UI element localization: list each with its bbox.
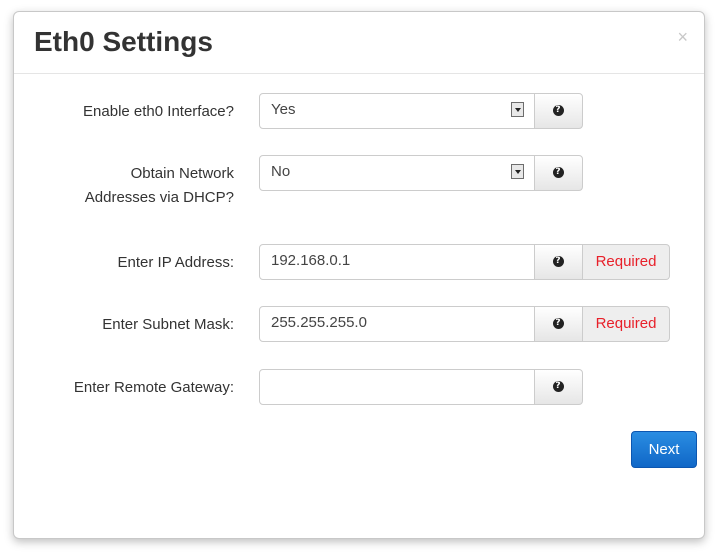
ip-address-required-badge: Required [583, 244, 670, 280]
dhcp-value: No [271, 163, 291, 180]
question-icon: ? [552, 318, 564, 329]
question-icon: ? [552, 256, 564, 267]
enable-interface-select[interactable]: Yes [259, 93, 535, 129]
enable-interface-help-button[interactable]: ? [534, 93, 583, 129]
dhcp-label: Obtain Network Addresses via DHCP? [14, 162, 234, 210]
eth0-settings-dialog: Eth0 Settings × Enable eth0 Interface? Y… [13, 11, 705, 539]
dialog-header: Eth0 Settings × [14, 12, 704, 74]
subnet-mask-input[interactable]: 255.255.255.0 [259, 306, 535, 342]
dhcp-select[interactable]: No [259, 155, 535, 191]
question-icon: ? [552, 381, 564, 392]
enable-interface-value: Yes [271, 101, 296, 118]
enable-interface-label: Enable eth0 Interface? [83, 103, 234, 120]
chevron-down-icon[interactable] [511, 164, 524, 179]
ip-address-help-button[interactable]: ? [534, 244, 583, 280]
chevron-down-icon[interactable] [511, 102, 524, 117]
ip-address-input[interactable]: 192.168.0.1 [259, 244, 535, 280]
ip-address-value: 192.168.0.1 [271, 252, 351, 269]
subnet-mask-help-button[interactable]: ? [534, 306, 583, 342]
remote-gateway-help-button[interactable]: ? [534, 369, 583, 405]
remote-gateway-input[interactable] [259, 369, 535, 405]
subnet-mask-label: Enter Subnet Mask: [102, 316, 234, 333]
next-button[interactable]: Next [631, 431, 697, 468]
subnet-mask-required-badge: Required [583, 306, 670, 342]
dhcp-help-button[interactable]: ? [534, 155, 583, 191]
ip-address-label: Enter IP Address: [117, 254, 234, 271]
dialog-title: Eth0 Settings [34, 26, 213, 57]
dhcp-label-line1: Obtain Network [130, 165, 234, 182]
question-icon: ? [552, 105, 564, 116]
subnet-mask-value: 255.255.255.0 [271, 314, 367, 331]
remote-gateway-label: Enter Remote Gateway: [73, 379, 234, 396]
question-icon: ? [552, 167, 564, 178]
close-icon[interactable]: × [677, 28, 688, 46]
dhcp-label-line2: Addresses via DHCP? [84, 189, 234, 206]
